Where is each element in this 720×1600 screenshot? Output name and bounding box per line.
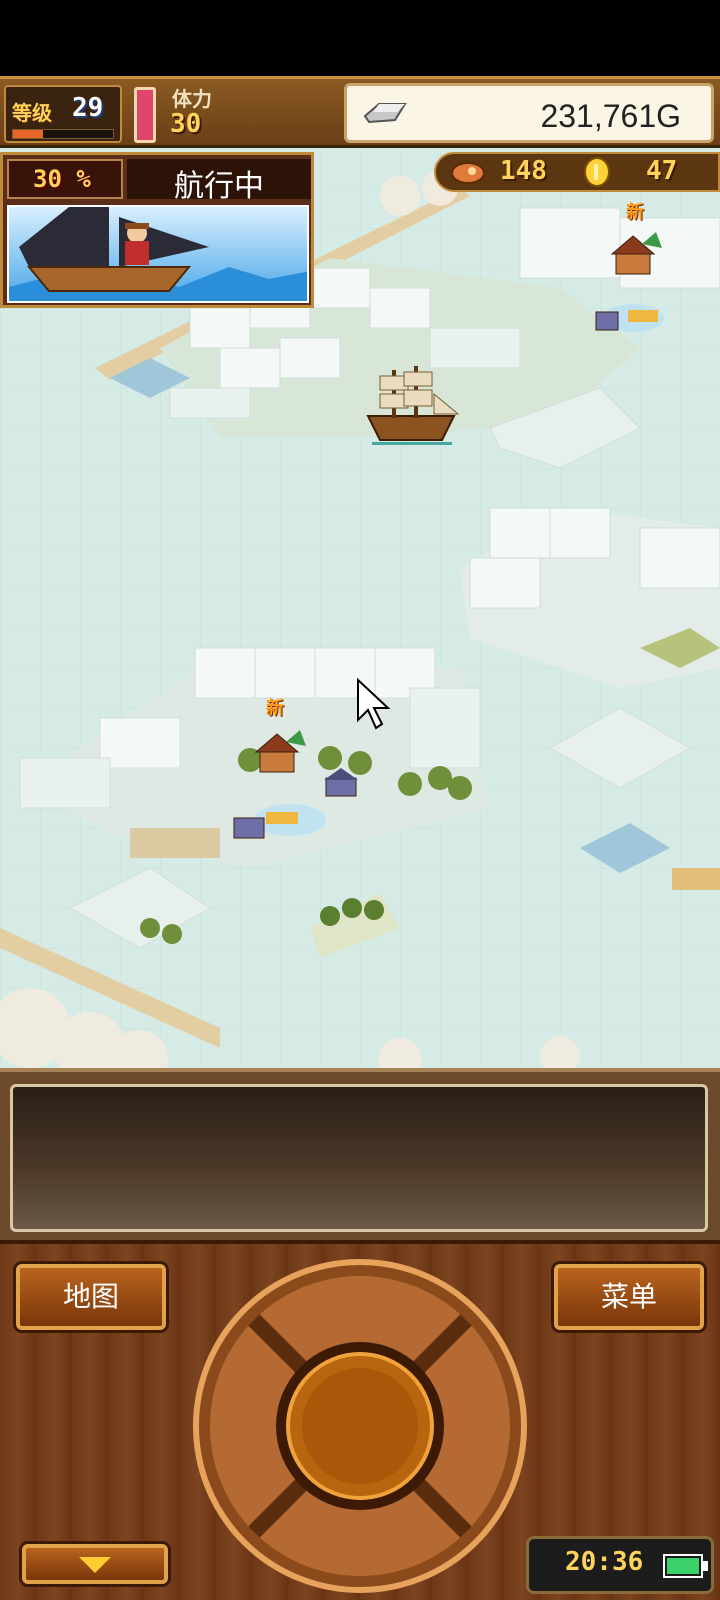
silver-ingot-icon [363, 103, 407, 124]
port-icon[interactable] [594, 298, 664, 338]
voyage-status-box: 航行中 [127, 159, 311, 204]
collapse-button[interactable] [22, 1544, 168, 1584]
menu-button[interactable]: 菜单 [554, 1264, 704, 1330]
level-value: 29 [72, 93, 104, 123]
port-icon[interactable] [230, 798, 330, 842]
medal-coin-icon [584, 157, 610, 187]
exp-bar [12, 129, 114, 139]
medal-count: 47 [646, 156, 678, 186]
voyage-status: 航行中 [174, 169, 264, 204]
top-hud: 等级 29 体力 30 231,761G [0, 76, 720, 148]
town-icon[interactable] [606, 230, 662, 280]
clock-time: 20:36 [565, 1547, 644, 1577]
level-panel: 等级 29 [4, 85, 122, 143]
voyage-panel[interactable]: 30 % 航行中 [0, 152, 314, 308]
dpad-control[interactable] [192, 1258, 528, 1594]
house-icon [324, 768, 358, 797]
message-frame [0, 1068, 720, 1240]
voyage-progress: 30 % [33, 165, 91, 193]
new-badge: 新 [626, 202, 644, 223]
cursor-icon [357, 678, 390, 730]
stamina-label: 体力 [172, 87, 212, 111]
down-arrow-icon [79, 1557, 111, 1573]
ship-icon[interactable] [362, 364, 462, 448]
clock-panel: 20:36 [526, 1536, 714, 1594]
stamina-value: 30 [170, 109, 202, 139]
food-icon [451, 162, 485, 184]
exp-bar-fill [13, 130, 43, 138]
voyage-scene [7, 205, 309, 303]
level-label: 等级 [12, 101, 52, 125]
stamina-gauge [134, 87, 156, 143]
new-badge: 新 [266, 698, 284, 719]
message-box [10, 1084, 708, 1232]
status-bar-area [0, 0, 720, 76]
voyage-progress-box: 30 % [7, 159, 123, 199]
control-panel: 地图 菜单 20:36 [0, 1240, 720, 1600]
food-count: 148 [500, 156, 547, 186]
gold-value: 231,761G [540, 98, 681, 134]
resource-bar: 148 47 [434, 152, 720, 192]
battery-icon [663, 1554, 708, 1578]
gold-panel: 231,761G [344, 83, 714, 143]
map-button[interactable]: 地图 [16, 1264, 166, 1330]
town-icon[interactable] [250, 728, 306, 778]
pirate-ship-illustration [9, 207, 307, 301]
